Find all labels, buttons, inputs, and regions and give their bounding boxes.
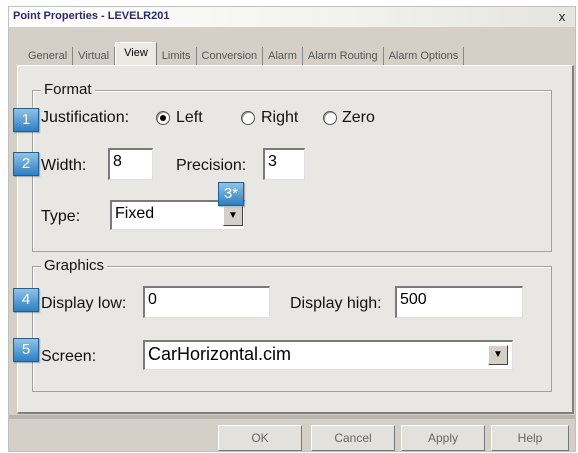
chevron-down-icon: ▼ bbox=[228, 210, 238, 221]
tab-alarm-routing[interactable]: Alarm Routing bbox=[303, 47, 384, 65]
help-button[interactable]: Help bbox=[491, 425, 569, 451]
tab-virtual[interactable]: Virtual bbox=[73, 47, 116, 65]
panel-divider bbox=[9, 415, 575, 419]
tab-view[interactable]: View bbox=[115, 42, 157, 65]
radio-zero[interactable] bbox=[323, 111, 337, 125]
graphics-legend: Graphics bbox=[41, 257, 108, 274]
type-label: Type: bbox=[41, 208, 81, 225]
width-field[interactable]: 8 bbox=[108, 148, 153, 180]
radio-left-label: Left bbox=[176, 109, 203, 126]
justification-label: Justification: bbox=[41, 109, 130, 126]
tab-general[interactable]: General bbox=[23, 47, 74, 65]
tab-alarm[interactable]: Alarm bbox=[263, 47, 303, 65]
tab-limits[interactable]: Limits bbox=[157, 47, 197, 65]
tab-alarm-options[interactable]: Alarm Options bbox=[384, 47, 465, 65]
display-high-label: Display high: bbox=[290, 295, 382, 312]
apply-button[interactable]: Apply bbox=[401, 425, 485, 451]
close-icon[interactable]: x bbox=[555, 9, 569, 24]
radio-right-label: Right bbox=[261, 109, 299, 126]
radio-left[interactable] bbox=[156, 111, 170, 125]
screen-select[interactable]: CarHorizontal.cim bbox=[143, 340, 513, 370]
precision-field[interactable]: 3 bbox=[263, 148, 305, 180]
point-properties-dialog: Point Properties - LEVELR201 x General V… bbox=[8, 6, 576, 452]
tab-strip: General Virtual View Limits Conversion A… bbox=[23, 41, 465, 65]
graphics-group: Graphics bbox=[32, 257, 552, 392]
callout-badge-1: 1 bbox=[13, 108, 39, 132]
cancel-button[interactable]: Cancel bbox=[311, 425, 395, 451]
width-label: Width: bbox=[41, 157, 87, 174]
format-legend: Format bbox=[41, 81, 95, 98]
callout-badge-2: 2 bbox=[13, 152, 39, 176]
precision-label: Precision: bbox=[176, 157, 247, 174]
radio-right[interactable] bbox=[241, 111, 255, 125]
screen-label: Screen: bbox=[41, 348, 97, 365]
callout-badge-4: 4 bbox=[13, 288, 39, 312]
tab-conversion[interactable]: Conversion bbox=[197, 47, 264, 65]
ok-button[interactable]: OK bbox=[218, 425, 302, 451]
view-tab-panel: Format Justification: Left Right Zero Wi… bbox=[13, 65, 574, 414]
window-title: Point Properties - LEVELR201 bbox=[13, 10, 170, 22]
type-dropdown-button[interactable]: ▼ bbox=[223, 206, 243, 226]
callout-badge-3: 3* bbox=[218, 182, 244, 206]
display-low-label: Display low: bbox=[41, 295, 127, 312]
chevron-down-icon: ▼ bbox=[493, 349, 503, 360]
screen-dropdown-button[interactable]: ▼ bbox=[488, 345, 508, 365]
callout-badge-5: 5 bbox=[13, 338, 39, 362]
title-bar: Point Properties - LEVELR201 x bbox=[9, 7, 575, 27]
display-low-field[interactable]: 0 bbox=[143, 286, 270, 318]
display-high-field[interactable]: 500 bbox=[395, 286, 523, 318]
radio-zero-label: Zero bbox=[342, 109, 375, 126]
